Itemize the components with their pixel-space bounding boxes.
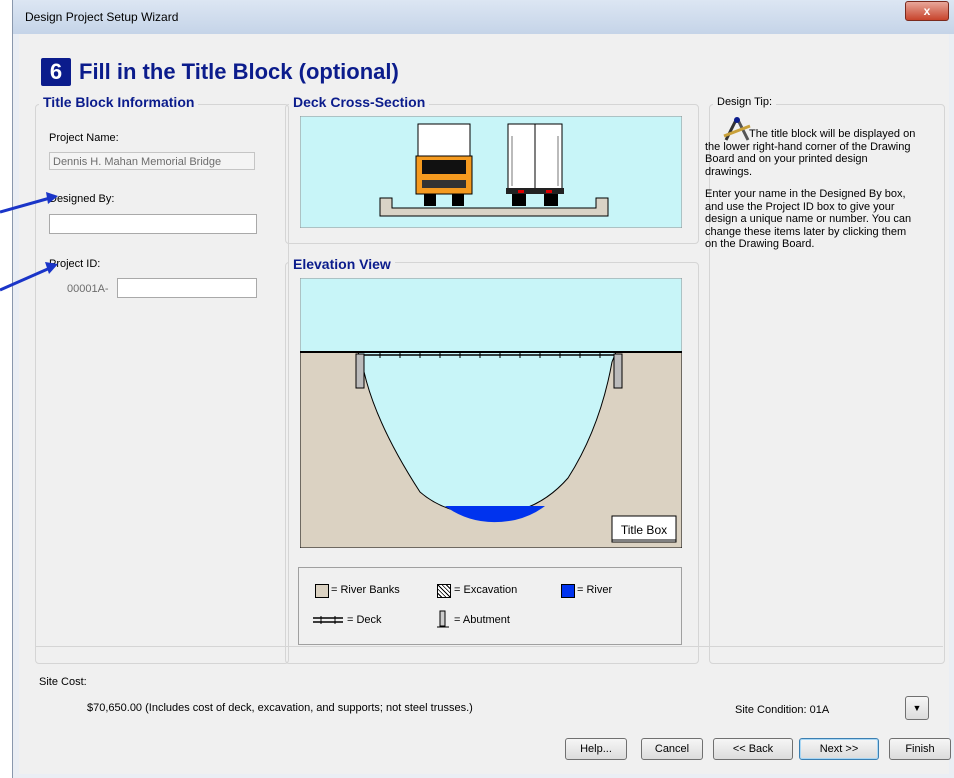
deck-section-heading: Deck Cross-Section <box>289 94 430 110</box>
step-number: 6 <box>41 58 71 86</box>
deck-legend-icon <box>313 616 343 624</box>
cancel-button[interactable]: Cancel <box>641 738 703 760</box>
project-name-label: Project Name: <box>49 132 119 144</box>
legend-panel: = River Banks = Excavation = River = Dec… <box>298 567 682 645</box>
site-cost-label: Site Cost: <box>39 676 87 688</box>
truck-rear-icon <box>506 123 564 206</box>
chevron-down-icon: ▼ <box>912 703 922 713</box>
design-tip-paragraph-2: Enter your name in the Designed By box, … <box>705 188 912 250</box>
help-button[interactable]: Help... <box>565 738 627 760</box>
project-name-field: Dennis H. Mahan Memorial Bridge <box>49 152 255 170</box>
river-swatch <box>561 584 575 598</box>
excavation-swatch <box>437 584 451 598</box>
finish-button[interactable]: Finish <box>889 738 951 760</box>
annotation-arrow-2 <box>0 262 58 292</box>
design-tip-text: The title block will be displayed on the… <box>705 128 917 251</box>
back-button[interactable]: << Back <box>713 738 793 760</box>
next-button[interactable]: Next >> <box>799 738 879 760</box>
step-heading: 6 Fill in the Title Block (optional) <box>41 58 399 86</box>
site-cost-value: $70,650.00 (Includes cost of deck, excav… <box>87 702 473 714</box>
abutment-label: = Abutment <box>454 614 510 626</box>
title-block-heading: Title Block Information <box>39 94 199 110</box>
right-abutment <box>613 353 623 389</box>
site-condition: Site Condition: 01A <box>735 704 830 716</box>
title-box-label: Title Box <box>621 523 667 537</box>
design-tip-heading: Design Tip: <box>713 96 777 108</box>
river-banks-swatch <box>315 584 329 598</box>
project-id-prefix: 00001A- <box>67 283 109 295</box>
title-block-group <box>35 104 289 664</box>
design-tip-paragraph-1: The title block will be displayed on the… <box>705 128 916 178</box>
elevation-heading: Elevation View <box>289 256 395 272</box>
elevation-view-image: Title Box <box>300 278 682 548</box>
project-id-field[interactable] <box>117 278 257 298</box>
deck-label: = Deck <box>347 614 382 626</box>
site-cost-group <box>35 646 943 647</box>
annotation-arrow-1 <box>0 192 58 214</box>
river-label: = River <box>577 584 613 596</box>
window-title: Design Project Setup Wizard <box>25 10 179 24</box>
left-abutment <box>355 353 365 389</box>
truck-front-icon <box>415 123 473 206</box>
title-bar: Design Project Setup Wizard x <box>13 0 954 34</box>
abutment-legend-icon <box>437 610 449 628</box>
deck-cross-section-image <box>300 116 682 228</box>
excavation-label: = Excavation <box>454 584 518 596</box>
close-button[interactable]: x <box>905 1 949 21</box>
designed-by-field[interactable] <box>49 214 257 234</box>
river-banks-label: = River Banks <box>331 584 400 596</box>
step-title: Fill in the Title Block (optional) <box>79 59 399 84</box>
site-condition-dropdown[interactable]: ▼ <box>905 696 929 720</box>
